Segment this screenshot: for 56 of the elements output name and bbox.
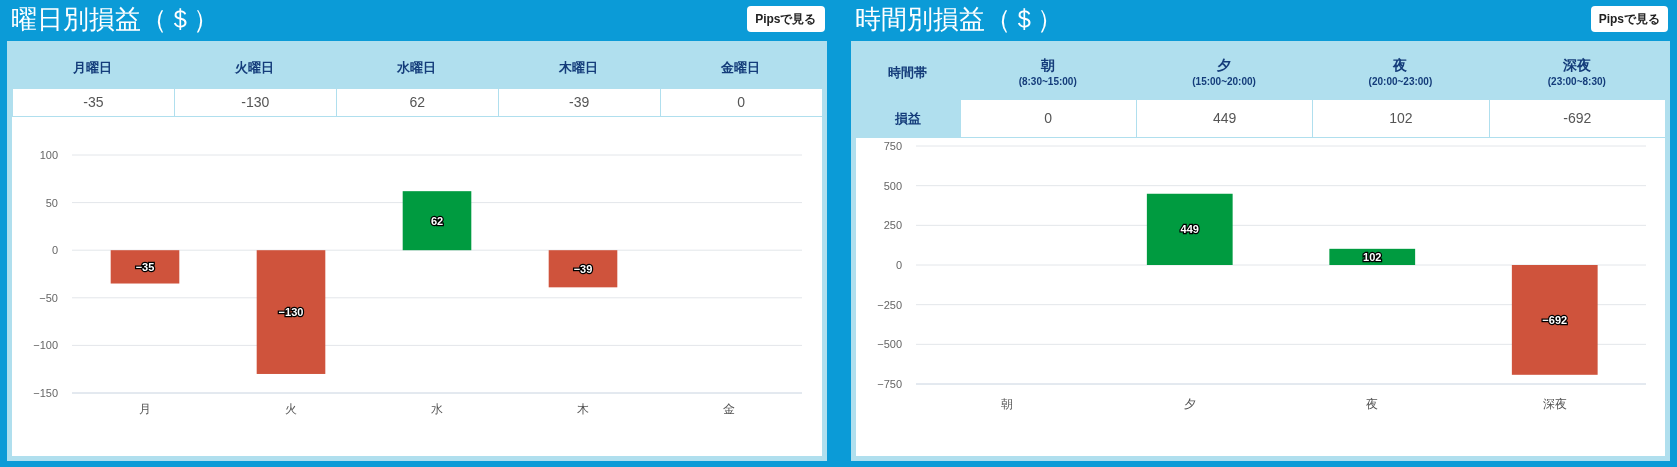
- table-header: 朝 (8:30~15:00): [1017, 55, 1078, 90]
- axis-tick-label: −500: [876, 338, 902, 351]
- table-cell: -130: [173, 89, 336, 116]
- table-cell: -39: [497, 89, 660, 116]
- axis-tick-label: 100: [39, 149, 58, 161]
- axis-tick-label: 0: [51, 244, 58, 257]
- category-label: 火: [285, 402, 297, 416]
- axis-tick-label: −100: [33, 339, 58, 352]
- table-cell: 102: [1312, 100, 1489, 137]
- bar: [548, 250, 618, 288]
- category-label: 朝: [1000, 397, 1013, 411]
- panel-title: 時間別損益（＄）: [853, 6, 1063, 32]
- axis-tick-label: −50: [39, 291, 58, 304]
- axis-tick-label: 250: [883, 219, 902, 232]
- data-label: 102: [1362, 250, 1381, 263]
- table-cell: 449: [1135, 100, 1313, 137]
- table-header: 金曜日: [720, 58, 762, 77]
- category-label: 夕: [1183, 397, 1196, 411]
- table-header: 夜 (20:00~23:00): [1367, 55, 1434, 90]
- table-header: 月曜日: [72, 58, 114, 77]
- axis-tick-label: 50: [45, 196, 58, 209]
- table-cell: -692: [1488, 100, 1665, 137]
- category-label: 深夜: [1542, 397, 1567, 411]
- table-cell: 0: [659, 89, 822, 116]
- panel-title: 曜日別損益（＄）: [10, 6, 219, 32]
- data-label: 62: [430, 214, 444, 227]
- data-label: −130: [278, 306, 304, 319]
- axis-tick-label: −150: [33, 387, 58, 399]
- pips-button[interactable]: Pipsで見る: [1590, 6, 1668, 32]
- data-label: −39: [573, 262, 593, 275]
- category-label: 金: [723, 402, 735, 416]
- table-header: 時間帯: [888, 64, 927, 83]
- axis-tick-label: 500: [883, 179, 902, 192]
- table-header: 水曜日: [396, 58, 438, 77]
- table-cell: -35: [12, 89, 174, 116]
- data-label: 449: [1180, 223, 1199, 236]
- category-label: 月: [139, 402, 151, 416]
- category-label: 夜: [1365, 397, 1378, 411]
- axis-tick-label: 0: [895, 259, 902, 271]
- table-header: 夕 (15:00~20:00): [1191, 55, 1257, 90]
- pips-button[interactable]: Pipsで見る: [747, 6, 825, 32]
- table-header: 深夜 (23:00~8:30): [1546, 55, 1607, 90]
- axis-tick-label: −750: [876, 378, 902, 390]
- bar: [110, 250, 180, 284]
- category-label: 水: [431, 402, 443, 416]
- data-label: −35: [135, 260, 155, 273]
- table-header: 火曜日: [234, 58, 276, 77]
- table-cell: 62: [335, 89, 498, 116]
- data-label: −692: [1541, 313, 1567, 326]
- row-header: 損益: [894, 109, 921, 128]
- bar: [402, 191, 472, 251]
- axis-tick-label: 750: [883, 140, 902, 152]
- table-cell: 0: [959, 100, 1136, 137]
- table-header: 木曜日: [558, 58, 600, 77]
- category-label: 木: [577, 402, 589, 416]
- axis-tick-label: −250: [876, 298, 902, 311]
